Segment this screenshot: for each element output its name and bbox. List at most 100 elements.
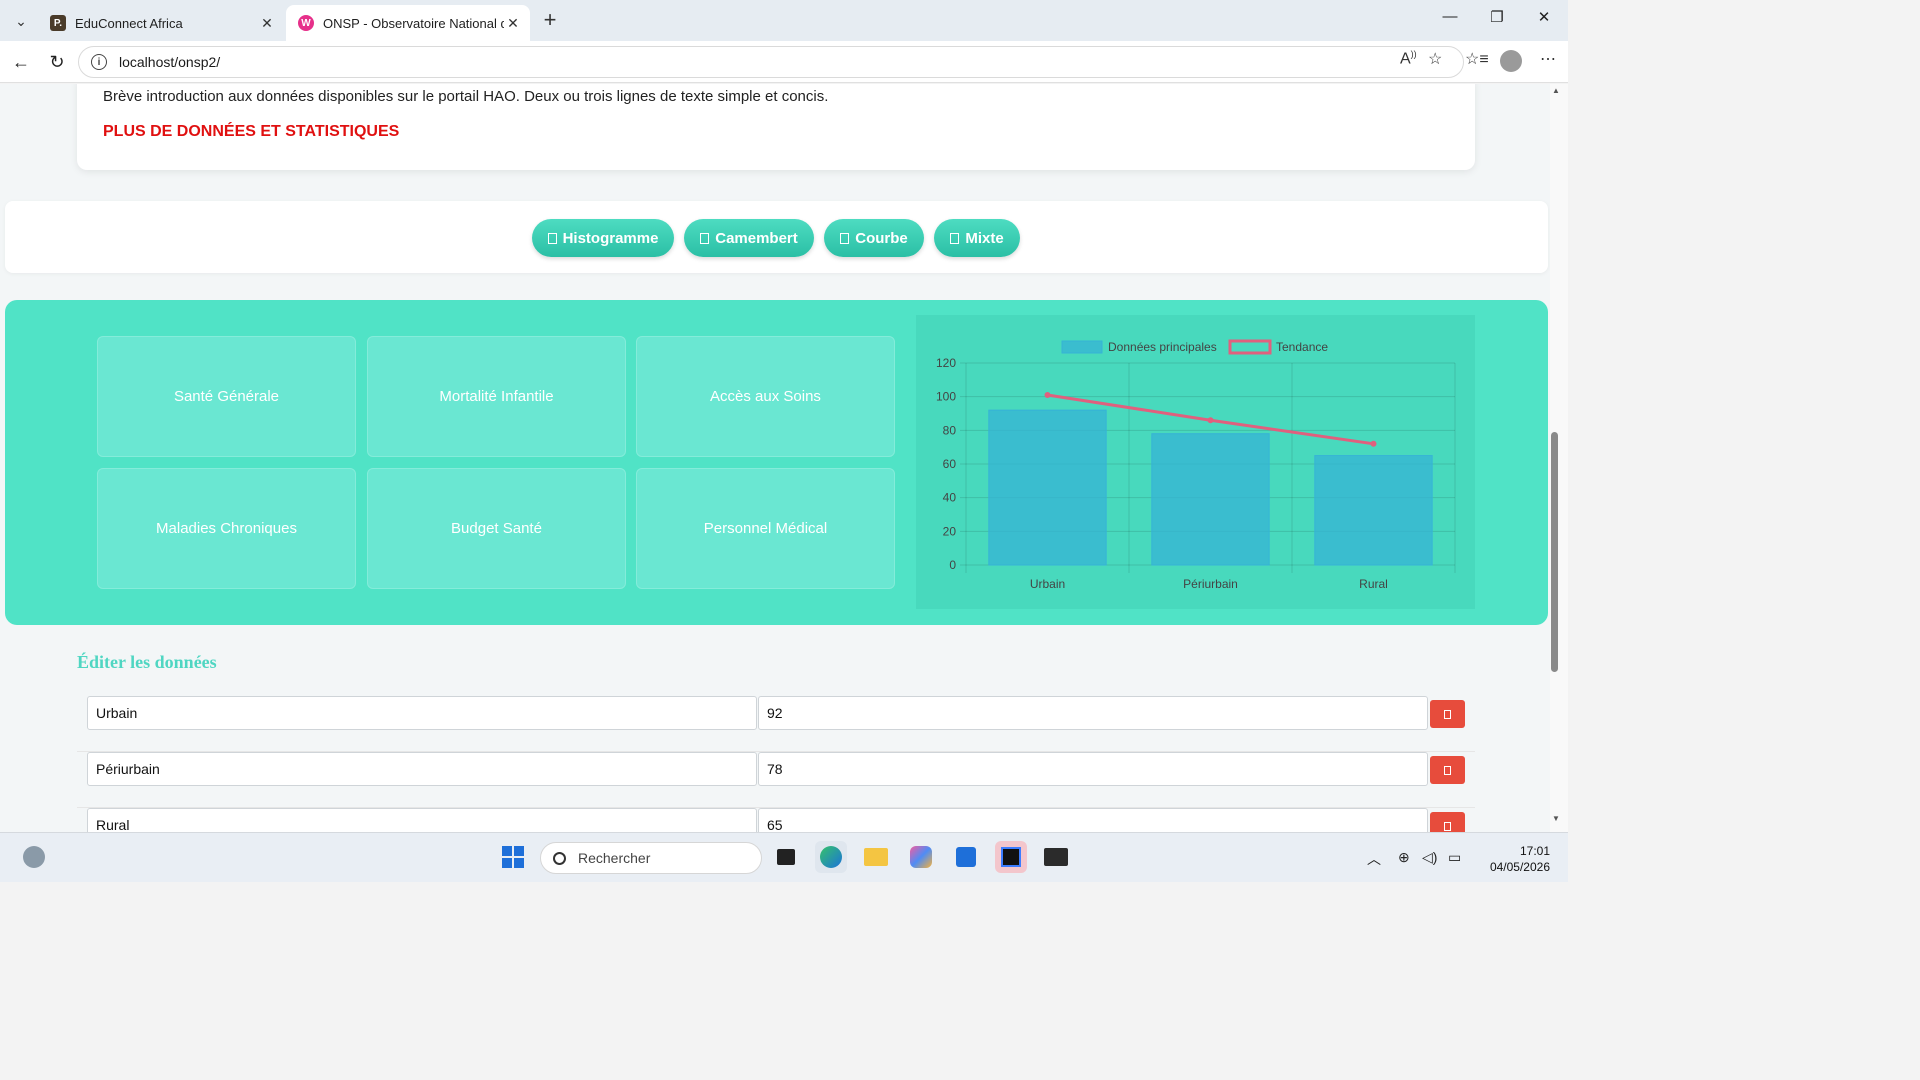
histogram-button[interactable]: Histogramme [532,219,674,257]
y-tick-label: 100 [936,390,956,404]
line-chart-icon [840,232,850,244]
trend-point [1044,391,1051,398]
task-view-icon[interactable] [770,841,802,873]
edit-row: Urbain 92 [77,696,1475,752]
search-icon [553,851,566,865]
start-windows-icon[interactable] [497,841,529,873]
url-text: localhost/onsp2/ [119,54,221,70]
more-data-link[interactable]: PLUS DE DONNÉES ET STATISTIQUES [103,123,399,141]
y-tick-label: 80 [943,423,957,437]
value-input[interactable]: 78 [758,752,1428,786]
address-bar: ← ↻ i localhost/onsp2/ A)) ☆ ☆≡ ⋯ [0,41,1568,83]
back-arrow-icon[interactable]: ← [8,49,34,75]
trash-icon [1444,821,1451,831]
tab-list-chevron-icon[interactable]: ⌄ [6,6,36,36]
trash-icon [1444,765,1451,775]
bar-périurbain [1151,433,1270,566]
y-tick-label: 40 [943,491,957,505]
trend-point [1370,440,1377,447]
value-input[interactable]: 65 [758,808,1428,832]
favorite-star-icon[interactable]: ☆ [1428,49,1442,69]
search-placeholder: Rechercher [578,850,651,866]
label-input[interactable]: Urbain [87,696,757,730]
delete-row-button[interactable] [1430,700,1465,728]
profile-avatar-icon[interactable] [1500,50,1522,72]
clock-date: 04/05/2026 [1489,860,1550,874]
button-label: Courbe [855,229,908,247]
edit-row: Rural 65 [77,808,1475,832]
more-menu-icon[interactable]: ⋯ [1540,49,1556,69]
scroll-down-arrow-icon[interactable]: ▼ [1552,814,1560,823]
intellij-icon[interactable] [995,841,1027,873]
copilot-icon[interactable] [905,841,937,873]
reload-icon[interactable]: ↻ [44,49,70,75]
microsoft-store-icon[interactable] [950,841,982,873]
delete-row-button[interactable] [1430,812,1465,832]
close-tab-icon[interactable]: ✕ [258,15,276,32]
x-tick-label: Urbain [1030,577,1065,591]
terminal-icon[interactable] [1040,841,1072,873]
page-viewport: Brève introduction aux données disponibl… [0,84,1550,832]
page-scrollbar[interactable]: ▲ ▼ [1550,84,1568,832]
system-clock[interactable]: 17:01 04/05/2026 [1480,843,1550,875]
legend-label: Données principales [1108,340,1217,354]
file-explorer-icon[interactable] [860,841,892,873]
category-card-acces-aux-soins[interactable]: Accès aux Soins [636,336,895,457]
trash-icon [1444,709,1451,719]
minimize-icon[interactable]: — [1430,8,1470,25]
category-card-mortalite-infantile[interactable]: Mortalité Infantile [367,336,626,457]
site-info-icon[interactable]: i [91,54,107,70]
network-globe-icon[interactable]: ⊕ [1398,849,1410,866]
intro-card: Brève introduction aux données disponibl… [77,84,1475,170]
volume-icon[interactable]: ◁) [1422,849,1437,866]
category-card-sante-generale[interactable]: Santé Générale [97,336,356,457]
edge-browser-icon[interactable] [815,841,847,873]
bar-urbain [988,409,1107,566]
tab-onsp[interactable]: W ONSP - Observatoire National de l ✕ [286,5,530,41]
y-tick-label: 0 [949,558,956,572]
tab-title: ONSP - Observatoire National de l [323,15,504,31]
value-input[interactable]: 92 [758,696,1428,730]
tab-title: EduConnect Africa [75,15,183,31]
scrollbar-thumb[interactable] [1551,432,1558,672]
battery-icon[interactable]: ▭ [1448,849,1461,866]
delete-row-button[interactable] [1430,756,1465,784]
weather-widget-icon[interactable] [18,841,50,873]
pie-chart-button[interactable]: Camembert [684,219,814,257]
histogram-icon [547,232,557,244]
bar-rural [1314,455,1433,566]
label-input[interactable]: Rural [87,808,757,832]
edit-section-title: Éditer les données [77,652,217,672]
taskbar-search-input[interactable]: Rechercher [540,842,762,874]
new-tab-plus-icon[interactable]: + [538,7,562,32]
favorites-list-icon[interactable]: ☆≡ [1465,49,1489,69]
restore-icon[interactable]: ❐ [1477,8,1517,26]
category-card-budget-sante[interactable]: Budget Santé [367,468,626,589]
y-tick-label: 20 [943,524,957,538]
legend-swatch [1228,339,1272,355]
chart-type-toolbar: Histogramme Camembert Courbe Mixte [5,201,1548,273]
windows-taskbar: Rechercher ︿ ⊕ ◁) ▭ 17:01 04/05/2026 [0,832,1568,882]
y-tick-label: 120 [936,356,956,370]
label-input[interactable]: Périurbain [87,752,757,786]
tab-educonnect[interactable]: P. EduConnect Africa ✕ [38,5,284,41]
close-tab-icon[interactable]: ✕ [504,15,522,32]
scroll-up-arrow-icon[interactable]: ▲ [1552,86,1560,95]
read-aloud-icon[interactable]: A)) [1400,49,1417,68]
close-window-icon[interactable]: ✕ [1524,8,1564,26]
mixed-chart-icon [950,232,960,244]
x-tick-label: Rural [1359,577,1388,591]
category-card-personnel-medical[interactable]: Personnel Médical [636,468,895,589]
show-hidden-icons-chevron-icon[interactable]: ︿ [1367,849,1381,869]
x-tick-label: Périurbain [1183,577,1238,591]
chart-container: 0 20 40 60 80 100 120 Urbain Périurbain Rural Donn… [916,315,1475,609]
button-label: Camembert [715,229,798,247]
mixed-chart-button[interactable]: Mixte [934,219,1020,257]
line-chart-button[interactable]: Courbe [824,219,924,257]
pie-chart-icon [700,232,710,244]
mixed-chart: 0 20 40 60 80 100 120 Urbain Périurbain Rural Donn… [936,339,1456,591]
edit-row: Périurbain 78 [77,752,1475,808]
onsp-favicon-icon: W [298,15,314,31]
category-card-maladies-chroniques[interactable]: Maladies Chroniques [97,468,356,589]
url-input[interactable]: i localhost/onsp2/ [78,46,1464,78]
